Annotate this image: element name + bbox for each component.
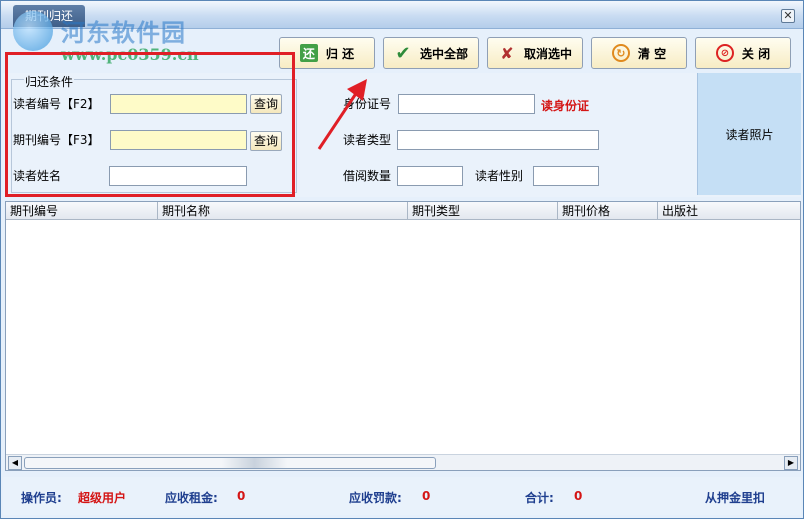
- reader-gender-label: 读者性别: [475, 169, 524, 183]
- deposit-deduct-label[interactable]: 从押金里扣: [705, 489, 765, 506]
- return-button-label: 归 还: [325, 46, 355, 61]
- rent-value: 0: [237, 489, 246, 503]
- rent-label: 应收租金:: [165, 491, 218, 505]
- borrow-count-label: 借阅数量: [343, 169, 392, 183]
- fine-value: 0: [422, 489, 431, 503]
- title-bar: 期刊归还 ✕: [1, 1, 803, 29]
- total-label: 合计:: [525, 491, 554, 505]
- return-window: 期刊归还 ✕ 河东软件园 www.pc0359.cn 还 归 还 ✔ 选中全部 …: [0, 0, 804, 519]
- operator-value: 超级用户: [78, 491, 127, 505]
- annotation-arrow-icon: [317, 79, 367, 150]
- column-header[interactable]: 期刊名称: [158, 202, 408, 220]
- close-button[interactable]: ⊘ 关 闭: [695, 37, 791, 69]
- refresh-icon: ↻: [611, 44, 630, 62]
- clear-button-label: 清 空: [637, 46, 667, 61]
- checkmark-icon: ✔: [395, 42, 411, 64]
- scroll-right-icon[interactable]: ▶: [784, 456, 798, 470]
- reader-gender-input[interactable]: [533, 166, 599, 186]
- scroll-thumb[interactable]: [24, 457, 436, 469]
- deselect-button-label: 取消选中: [523, 46, 572, 61]
- horizontal-scrollbar[interactable]: ◀ ▶: [6, 454, 800, 470]
- borrow-count-input[interactable]: [397, 166, 463, 186]
- no-entry-icon: ⊘: [715, 44, 734, 62]
- return-icon: 还: [299, 44, 318, 62]
- close-button-label: 关 闭: [741, 46, 771, 61]
- operator-label: 操作员:: [21, 491, 62, 505]
- fine-label: 应收罚款:: [349, 491, 402, 505]
- column-header[interactable]: 期刊编号: [6, 202, 158, 220]
- scroll-left-icon[interactable]: ◀: [8, 456, 22, 470]
- column-header[interactable]: 出版社: [658, 202, 800, 220]
- window-close-icon[interactable]: ✕: [781, 9, 795, 23]
- reader-photo-label: 读者照片: [725, 127, 774, 142]
- select-all-button[interactable]: ✔ 选中全部: [383, 37, 479, 69]
- reader-type-input[interactable]: [397, 130, 599, 150]
- column-header[interactable]: 期刊类型: [408, 202, 558, 220]
- uncheck-icon: ✘: [500, 43, 514, 63]
- reader-photo: 读者照片: [697, 73, 801, 195]
- deselect-button[interactable]: ✘ 取消选中: [487, 37, 583, 69]
- table-header: 期刊编号 期刊名称 期刊类型 期刊价格 出版社: [6, 202, 800, 220]
- read-id-card-link[interactable]: 读身份证: [541, 97, 589, 114]
- total-value: 0: [574, 489, 583, 503]
- column-header[interactable]: 期刊价格: [558, 202, 658, 220]
- status-bar: 操作员: 超级用户 应收租金: 0 应收罚款: 0 合计: 0 从押金里扣: [3, 477, 801, 515]
- window-title: 期刊归还: [13, 5, 86, 27]
- clear-button[interactable]: ↻ 清 空: [591, 37, 687, 69]
- annotation-highlight-box: [5, 52, 295, 197]
- id-card-input[interactable]: [398, 94, 535, 114]
- select-all-button-label: 选中全部: [419, 46, 468, 61]
- journal-table: 期刊编号 期刊名称 期刊类型 期刊价格 出版社 ◀ ▶: [5, 201, 801, 471]
